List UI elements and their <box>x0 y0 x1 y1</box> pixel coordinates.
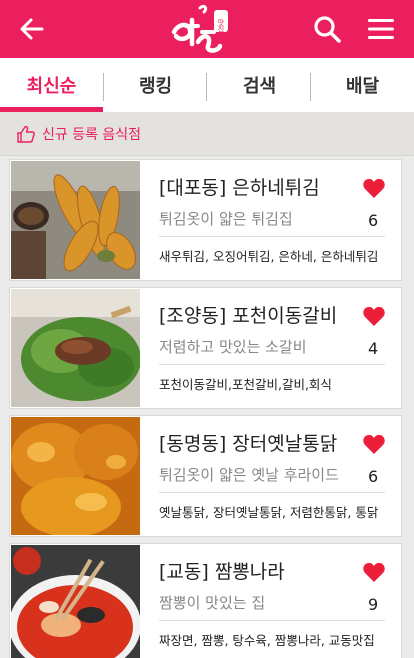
card-divider <box>159 236 385 237</box>
card-divider <box>159 620 385 621</box>
restaurant-description: 튀김옷이 얇은 튀김집 <box>159 210 293 228</box>
restaurant-tags: 포천이동갈비,포천갈비,갈비,회식 <box>159 377 332 392</box>
card-divider <box>159 492 385 493</box>
restaurant-tags: 새우튀김, 오징어튀김, 은하네, 은하네튀김 <box>159 249 379 264</box>
tab-search[interactable]: 검색 <box>208 58 311 112</box>
search-icon[interactable] <box>312 14 342 44</box>
arrow-left-icon[interactable] <box>18 15 46 43</box>
thumbs-up-icon <box>17 125 35 143</box>
like-count: 9 <box>368 595 379 614</box>
heart-icon[interactable] <box>362 305 386 327</box>
hamburger-menu-icon[interactable] <box>367 16 395 42</box>
card-divider <box>159 364 385 365</box>
restaurant-title[interactable]: [조양동] 포천이동갈비 <box>159 301 337 328</box>
tab-ranking[interactable]: 랭킹 <box>104 58 207 112</box>
like-count: 6 <box>368 211 379 230</box>
tab-latest[interactable]: 최신순 <box>0 58 103 112</box>
restaurant-card[interactable]: [동명동] 장터옛날통닭 튀김옷이 얇은 옛날 후라이드 6 옛날통닭, 장터옛… <box>9 415 402 537</box>
heart-icon[interactable] <box>362 177 386 199</box>
restaurant-description: 저렴하고 맛있는 소갈비 <box>159 338 307 356</box>
restaurant-description: 튀김옷이 얇은 옛날 후라이드 <box>159 466 339 484</box>
app-logo[interactable]: 맛집 <box>168 2 232 56</box>
top-app-bar: 맛집 <box>0 0 414 58</box>
restaurant-card[interactable]: [교동] 짬뽕나라 짬뽕이 맛있는 집 9 짜장면, 짬뽕, 탕수육, 짬뽕나라… <box>9 543 402 658</box>
food-photo-galbi <box>11 289 140 407</box>
tab-delivery[interactable]: 배달 <box>311 58 414 112</box>
section-header: 신규 등록 음식점 <box>0 112 414 156</box>
restaurant-tags: 짜장면, 짬뽕, 탕수육, 짬뽕나라, 교동맛집 <box>159 633 375 648</box>
like-count: 4 <box>368 339 379 358</box>
restaurant-description: 짬뽕이 맛있는 집 <box>159 594 266 612</box>
like-count: 6 <box>368 467 379 486</box>
restaurant-title[interactable]: [대포동] 은하네튀김 <box>159 173 320 200</box>
tab-bar: 최신순 랭킹 검색 배달 <box>0 58 414 112</box>
restaurant-card[interactable]: [대포동] 은하네튀김 튀김옷이 얇은 튀김집 6 새우튀김, 오징어튀김, 은… <box>9 159 402 281</box>
section-title: 신규 등록 음식점 <box>42 127 142 143</box>
food-photo-fried <box>11 161 140 279</box>
heart-icon[interactable] <box>362 561 386 583</box>
restaurant-title[interactable]: [동명동] 장터옛날통닭 <box>159 429 337 456</box>
tab-divider <box>206 73 207 101</box>
restaurant-tags: 옛날통닭, 장터옛날통닭, 저렴한통닭, 통닭 <box>159 505 379 520</box>
restaurant-card[interactable]: [조양동] 포천이동갈비 저렴하고 맛있는 소갈비 4 포천이동갈비,포천갈비,… <box>9 287 402 409</box>
food-photo-chicken <box>11 417 140 535</box>
tab-divider <box>310 73 311 101</box>
food-photo-jjamppong <box>11 545 140 658</box>
restaurant-title[interactable]: [교동] 짬뽕나라 <box>159 557 285 584</box>
tab-divider <box>103 73 104 101</box>
heart-icon[interactable] <box>362 433 386 455</box>
logo-badge-text: 맛집 <box>217 18 225 33</box>
